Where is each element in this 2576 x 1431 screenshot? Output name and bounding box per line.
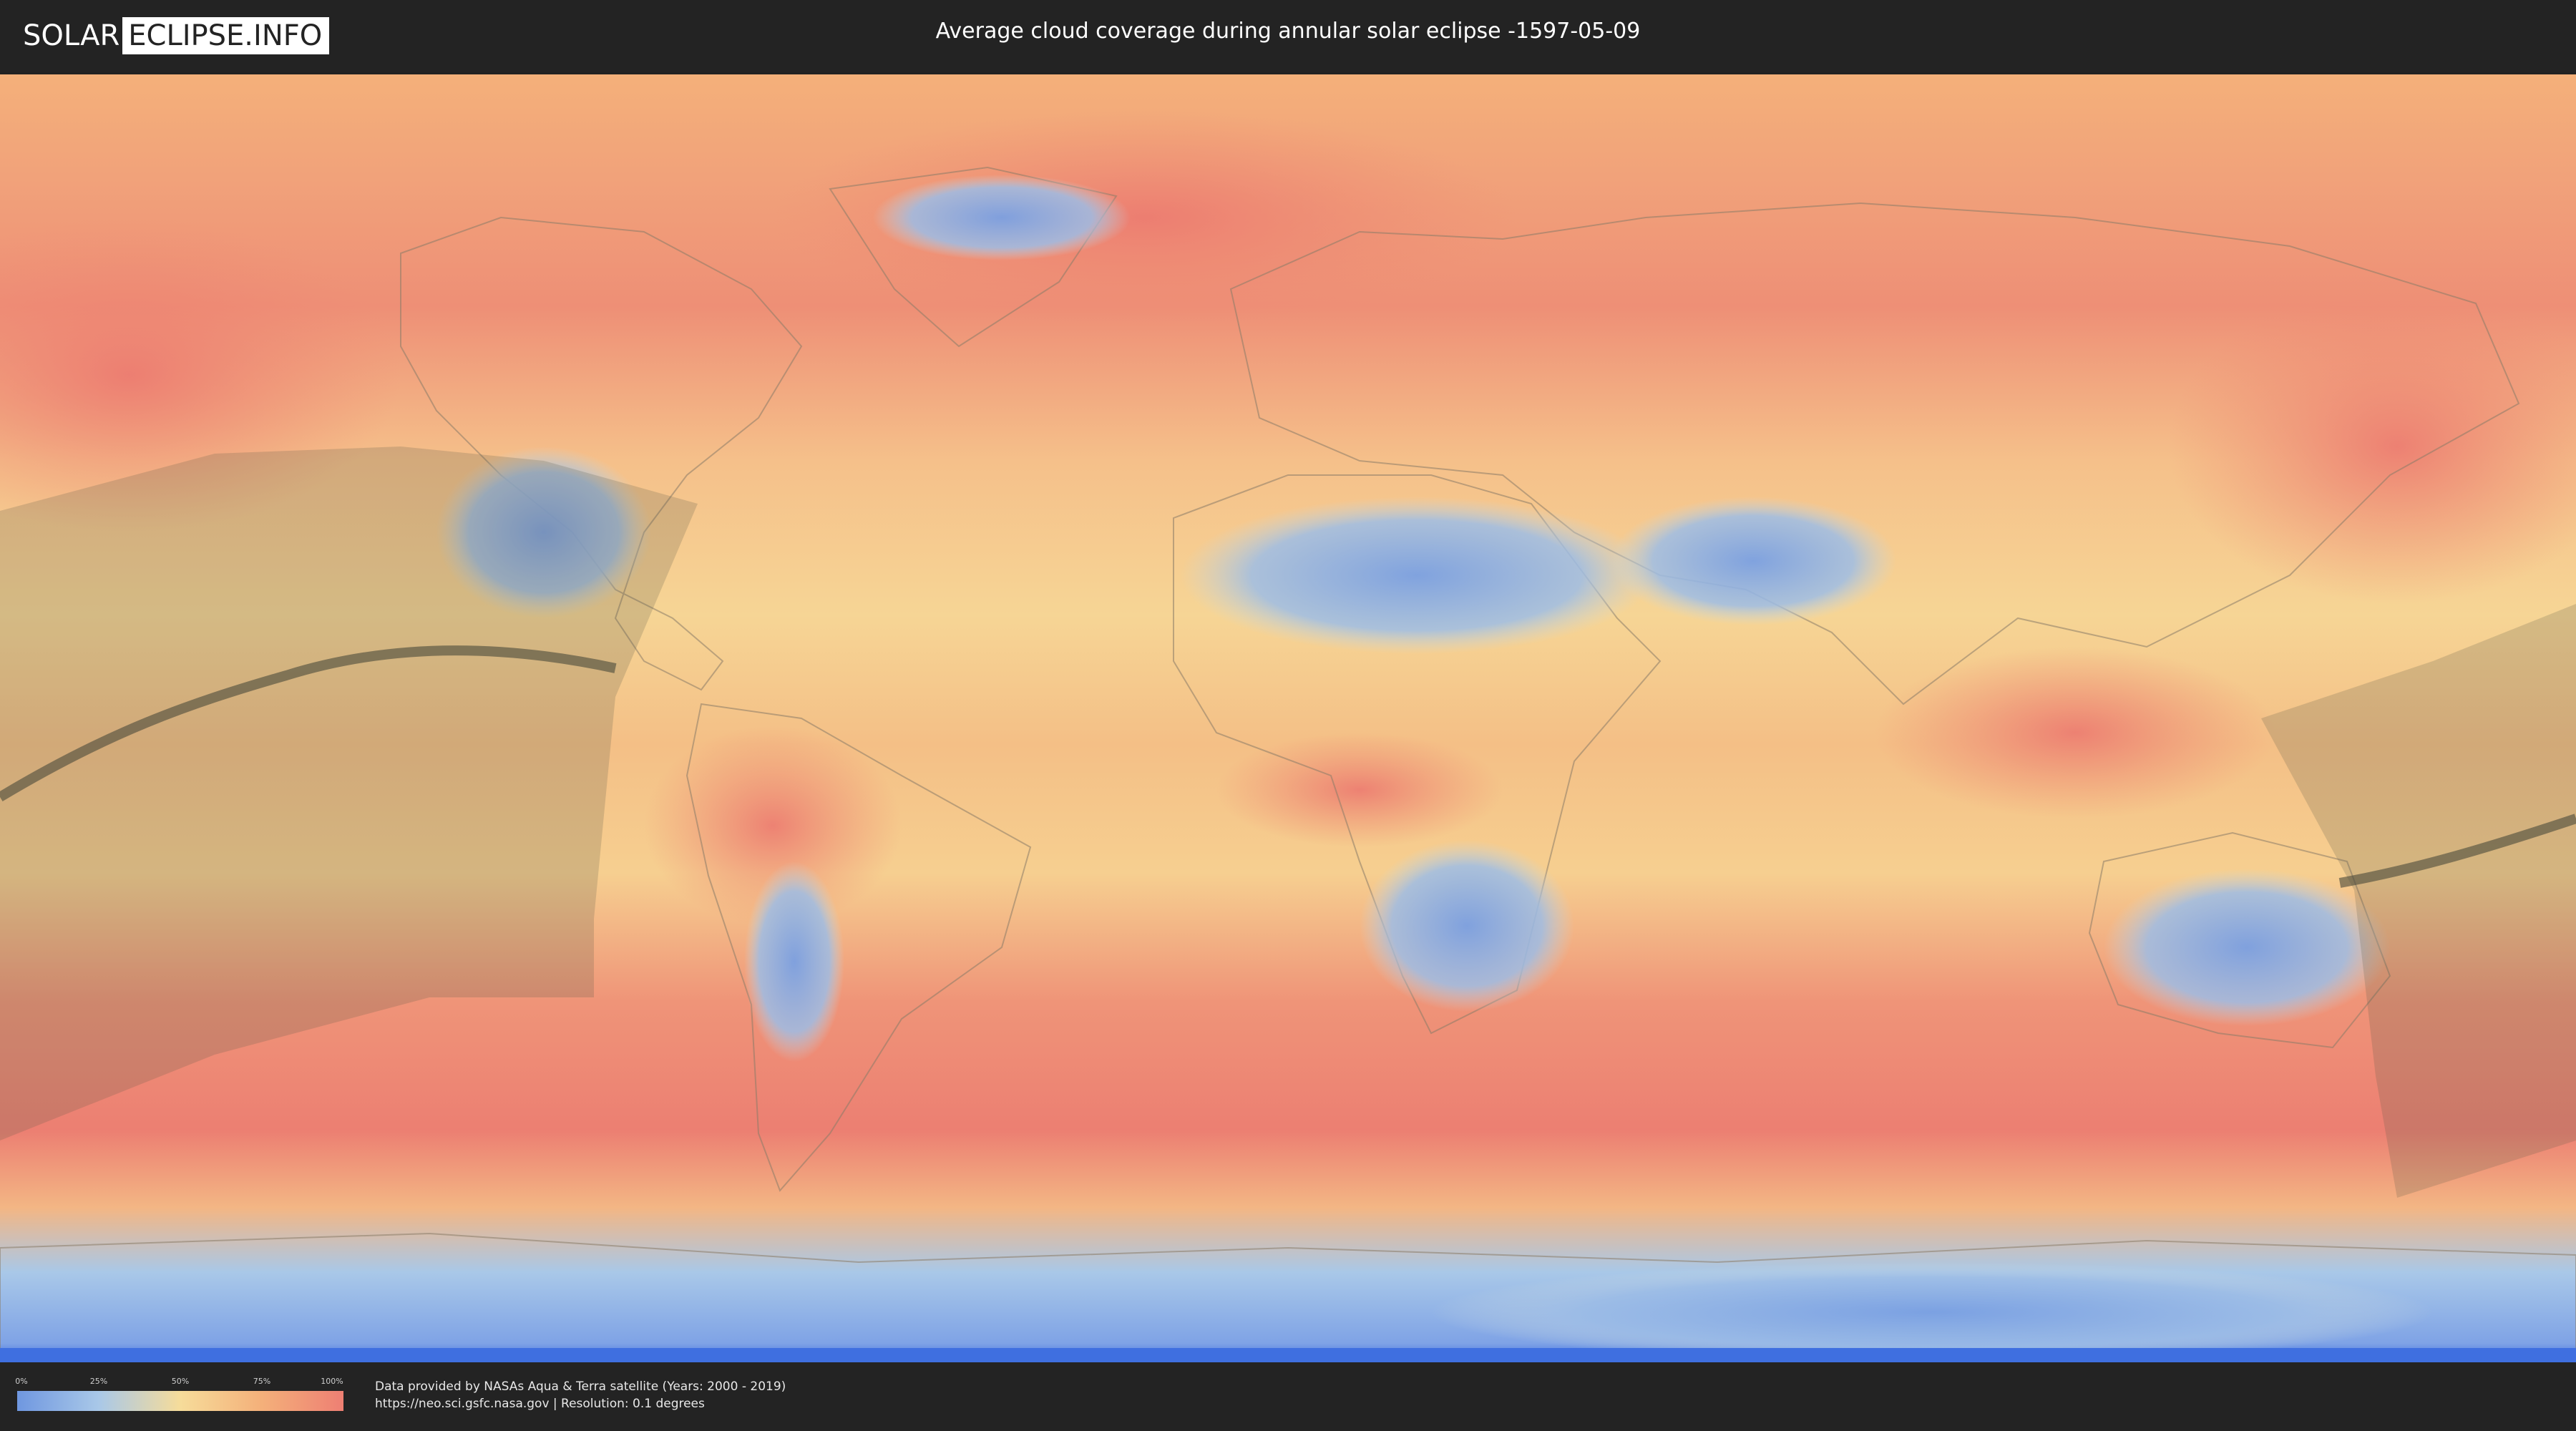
australia-clear xyxy=(2104,869,2390,1026)
maritime-continent-cloud xyxy=(1875,647,2275,819)
legend-color-bar xyxy=(17,1391,343,1411)
page: SOLAR ECLIPSE.INFO Average cloud coverag… xyxy=(0,0,2576,1431)
cloud-coverage-map[interactable] xyxy=(0,74,2576,1362)
map-svg xyxy=(0,74,2576,1362)
central-africa-cloud xyxy=(1216,733,1503,847)
data-credits: Data provided by NASAs Aqua & Terra sate… xyxy=(375,1378,786,1412)
legend-tick-100: 100% xyxy=(321,1377,343,1386)
sahara-clear xyxy=(1181,497,1653,654)
legend-tick-0: 0% xyxy=(15,1377,28,1386)
legend-tick-75: 75% xyxy=(253,1377,271,1386)
map-title: Average cloud coverage during annular so… xyxy=(935,19,1641,44)
credits-source: Data provided by NASAs Aqua & Terra sate… xyxy=(375,1379,786,1394)
legend-tick-50: 50% xyxy=(171,1377,190,1386)
credits-url-resolution[interactable]: https://neo.sci.gsfc.nasa.gov | Resoluti… xyxy=(375,1395,786,1412)
greenland-clear xyxy=(873,175,1131,260)
legend-tick-25: 25% xyxy=(89,1377,108,1386)
header-bar: SOLAR ECLIPSE.INFO Average cloud coverag… xyxy=(0,0,2576,72)
atacama-clear xyxy=(744,861,844,1062)
legend-ticks: 0% 25% 50% 75% 100% xyxy=(15,1377,343,1388)
cloud-coverage-legend: 0% 25% 50% 75% 100% xyxy=(15,1377,343,1411)
footer-bar: 0% 25% 50% 75% 100% Data provided by NAS… xyxy=(0,1362,2576,1431)
south-pole-band xyxy=(0,1348,2576,1362)
arabia-clear xyxy=(1610,497,1896,625)
antarctica-clear xyxy=(1431,1262,2433,1362)
southern-africa-clear xyxy=(1360,840,1574,1012)
